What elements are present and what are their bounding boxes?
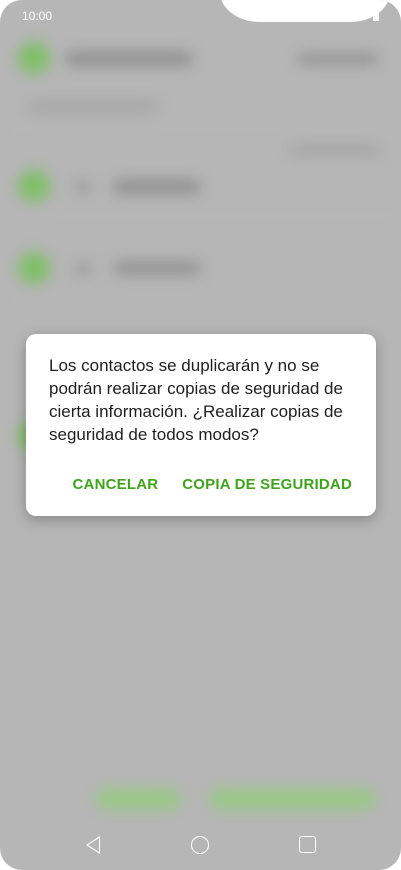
cancel-button[interactable]: CANCELAR	[73, 476, 159, 493]
navigation-bar	[0, 830, 401, 860]
backup-confirmation-dialog: Los contactos se duplicarán y no se podr…	[26, 334, 376, 516]
dialog-message: Los contactos se duplicarán y no se podr…	[49, 356, 343, 444]
back-icon[interactable]	[86, 836, 100, 854]
battery-percentage: 100%	[338, 8, 369, 22]
data-icon	[310, 10, 319, 20]
signal-strength-icon	[322, 9, 335, 21]
phone-screen: 10:00 100% Los contactos se duplicarán y…	[0, 0, 401, 870]
backup-button[interactable]: COPIA DE SEGURIDAD	[182, 476, 352, 493]
dialog-actions: CANCELAR COPIA DE SEGURIDAD	[73, 476, 353, 493]
recent-apps-icon[interactable]	[299, 836, 316, 853]
status-bar: 10:00 100%	[0, 0, 401, 30]
status-time: 10:00	[22, 9, 53, 23]
status-icons: 100%	[294, 7, 379, 22]
battery-icon	[373, 7, 379, 21]
home-icon[interactable]	[191, 836, 209, 854]
signal-icon	[294, 9, 307, 21]
